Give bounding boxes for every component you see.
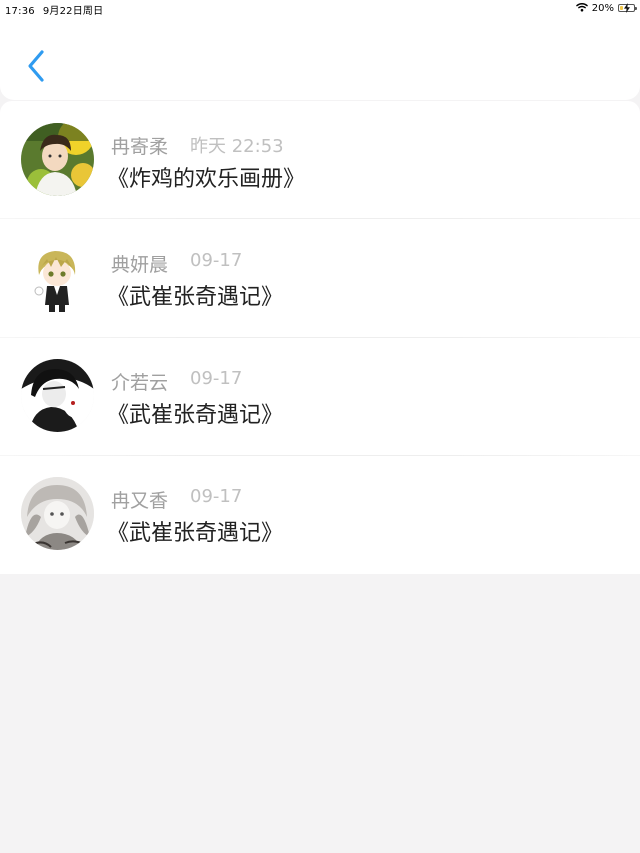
sender-name: 冉又香: [111, 490, 169, 512]
message-list: 冉寄柔 昨天 22:53 《炸鸡的欢乐画册》 典妍晨 09-17 《武崔张奇遇记…: [0, 101, 640, 574]
avatar: [21, 477, 94, 550]
timestamp: 09-17: [190, 368, 243, 389]
status-bar: 17:36 9月22日周日 20%: [0, 0, 640, 17]
status-left: 17:36 9月22日周日: [5, 2, 103, 17]
sender-name: 典妍晨: [111, 254, 169, 276]
item-title: 《武崔张奇遇记》: [107, 521, 284, 546]
list-item[interactable]: 典妍晨 09-17 《武崔张奇遇记》: [0, 219, 640, 337]
navigation-header: [0, 16, 640, 100]
timestamp: 09-17: [190, 486, 243, 507]
avatar: [21, 359, 94, 432]
list-item[interactable]: 介若云 09-17 《武崔张奇遇记》: [0, 337, 640, 455]
sender-name: 介若云: [111, 372, 169, 394]
item-title: 《武崔张奇遇记》: [107, 285, 284, 310]
chevron-left-icon: [28, 50, 44, 82]
timestamp: 09-17: [190, 250, 243, 271]
timestamp: 昨天 22:53: [190, 136, 284, 157]
app-root: 17:36 9月22日周日 20% 冉寄柔 昨天 22:53 《炸鸡的欢乐画册》…: [0, 0, 640, 853]
item-title: 《炸鸡的欢乐画册》: [107, 167, 306, 192]
status-right: 20%: [576, 1, 637, 15]
avatar: [21, 123, 94, 196]
list-item[interactable]: 冉寄柔 昨天 22:53 《炸鸡的欢乐画册》: [0, 101, 640, 219]
sender-name: 冉寄柔: [111, 136, 169, 158]
battery-icon: [618, 3, 637, 13]
avatar: [21, 241, 94, 314]
item-title: 《武崔张奇遇记》: [107, 403, 284, 428]
charging-bolt-icon: [624, 3, 630, 13]
list-item[interactable]: 冉又香 09-17 《武崔张奇遇记》: [0, 455, 640, 573]
battery-percent: 20%: [591, 2, 614, 14]
wifi-icon: [576, 2, 588, 15]
back-button[interactable]: [18, 46, 54, 86]
